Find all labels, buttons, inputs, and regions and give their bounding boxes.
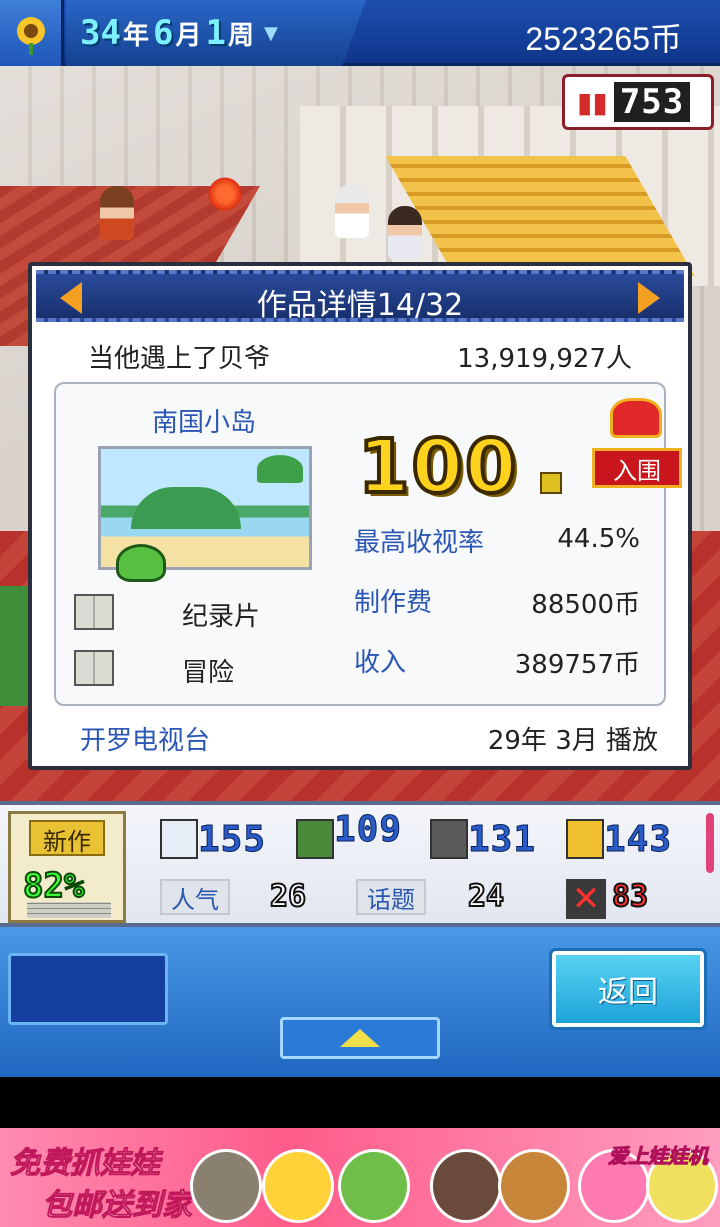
back-button[interactable]: 返回 bbox=[552, 951, 704, 1027]
top-bar: 34 年 6 月 1 周 ▼ 2523265币 bbox=[0, 0, 720, 66]
genre-label: 纪录片 bbox=[182, 602, 261, 632]
stat-production-cost: 制作费 88500币 bbox=[354, 582, 640, 620]
genre-row: 纪录片 bbox=[74, 594, 314, 634]
stat-value: 44.5% bbox=[557, 524, 640, 554]
station-name: 开罗电视台 bbox=[80, 726, 211, 756]
stat-value: 88500币 bbox=[531, 590, 640, 620]
date-month: 6 bbox=[152, 13, 174, 53]
plush-toy-icon bbox=[262, 1149, 334, 1223]
staff-member[interactable] bbox=[388, 206, 422, 260]
stat-value: 389757币 bbox=[514, 650, 640, 680]
staff-receptionist[interactable] bbox=[100, 186, 134, 240]
camera-icon bbox=[430, 819, 468, 859]
frog-icon bbox=[116, 544, 166, 582]
theme-name: 南国小岛 bbox=[152, 408, 257, 438]
open-book-icon bbox=[74, 650, 114, 686]
stat-label: 最高收视率 bbox=[354, 528, 485, 558]
award-badge: 入围 bbox=[592, 448, 682, 488]
program-detail-dialog: 作品详情14/32 当他遇上了贝爷 13,919,927人 南国小岛 纪录片 冒… bbox=[28, 262, 692, 770]
strip-scrollbar[interactable] bbox=[706, 813, 714, 873]
topic-value: 24 bbox=[467, 878, 505, 915]
topic-label: 话题 bbox=[356, 879, 426, 915]
arrow-right-icon[interactable] bbox=[638, 282, 660, 314]
date-year: 34 bbox=[80, 13, 121, 53]
bottom-controls: 返回 bbox=[0, 927, 720, 1077]
script-icon bbox=[160, 819, 198, 859]
date-month-unit: 月 bbox=[175, 20, 202, 51]
new-work-card[interactable]: 新作 82% bbox=[8, 811, 126, 923]
chevron-up-icon bbox=[340, 1029, 380, 1047]
broadcast-row: 开罗电视台 29年 3月 播放 bbox=[32, 720, 688, 760]
island-shape bbox=[131, 487, 241, 529]
rating-value: 753 bbox=[613, 82, 691, 122]
ad-headline: 免费抓娃娃 bbox=[10, 1146, 161, 1182]
rating-badge[interactable]: ▮▮ 753 bbox=[562, 74, 714, 130]
staff-member[interactable] bbox=[335, 184, 369, 238]
dialog-header: 作品详情14/32 bbox=[36, 270, 684, 323]
plush-toy-icon bbox=[190, 1149, 262, 1223]
penalty-value: 83 bbox=[611, 878, 649, 915]
new-work-label: 新作 bbox=[29, 820, 105, 856]
date-selector[interactable]: 34 年 6 月 1 周 ▼ bbox=[66, 0, 366, 66]
new-work-percent: 82% bbox=[22, 865, 85, 907]
ad-subline: 包邮送到家 bbox=[42, 1188, 193, 1224]
air-date: 29年 3月 播放 bbox=[487, 726, 658, 756]
stat-music: 143 bbox=[603, 819, 673, 861]
rating-chart-icon: ▮▮ bbox=[577, 85, 608, 119]
score-value: 100 bbox=[356, 422, 519, 512]
stat-income: 收入 389757币 bbox=[354, 642, 640, 680]
plush-toy-icon bbox=[338, 1149, 410, 1223]
popularity-label: 人气 bbox=[160, 879, 230, 915]
genre-label: 冒险 bbox=[182, 658, 235, 688]
money-display: 2523265币 bbox=[525, 21, 682, 57]
popularity-value: 26 bbox=[269, 878, 307, 915]
chevron-down-icon[interactable]: ▼ bbox=[264, 23, 278, 44]
cross-icon: ✕ bbox=[566, 879, 606, 919]
plush-toy-icon bbox=[498, 1149, 570, 1223]
empty-slot bbox=[8, 953, 168, 1025]
date-week-unit: 周 bbox=[227, 20, 254, 51]
stat-actors: 109 bbox=[333, 809, 403, 851]
expand-up-button[interactable] bbox=[280, 1017, 440, 1059]
dialog-title: 作品详情14/32 bbox=[256, 288, 464, 323]
flower-vase-icon bbox=[205, 176, 245, 212]
program-stats-strip: 新作 82% 155 109 131 143 人气 26 话题 24 ✕ 83 bbox=[0, 801, 720, 927]
show-name: 当他遇上了贝爷 bbox=[88, 344, 271, 374]
actors-icon bbox=[296, 819, 334, 859]
ad-banner[interactable]: 免费抓娃娃 包邮送到家 爱上娃娃机 bbox=[0, 1128, 720, 1227]
palm-tree-icon bbox=[257, 455, 303, 483]
detail-panel: 南国小岛 纪录片 冒险 100 入围 最高收视率 44.5% 制作费 88500… bbox=[54, 382, 682, 706]
stat-script: 155 bbox=[197, 819, 267, 861]
score-badge-icon bbox=[540, 472, 562, 494]
music-note-icon bbox=[566, 819, 604, 859]
crown-icon bbox=[610, 398, 662, 438]
date-year-unit: 年 bbox=[122, 20, 149, 51]
book-stack-icon bbox=[27, 902, 111, 918]
genre-row: 冒险 bbox=[74, 650, 314, 690]
show-row: 当他遇上了贝爷 13,919,927人 bbox=[32, 338, 688, 378]
open-book-icon bbox=[74, 594, 114, 630]
date-week: 1 bbox=[205, 13, 226, 53]
viewer-count: 13,919,927人 bbox=[457, 344, 632, 374]
plush-toy-icon bbox=[430, 1149, 502, 1223]
stat-label: 制作费 bbox=[354, 588, 433, 618]
stat-camera: 131 bbox=[467, 819, 537, 861]
stat-label: 收入 bbox=[354, 648, 407, 678]
ad-brand-logo: 爱上娃娃机 bbox=[608, 1144, 709, 1169]
sunflower-icon[interactable] bbox=[0, 0, 64, 66]
stat-peak-rating: 最高收视率 44.5% bbox=[354, 522, 640, 558]
